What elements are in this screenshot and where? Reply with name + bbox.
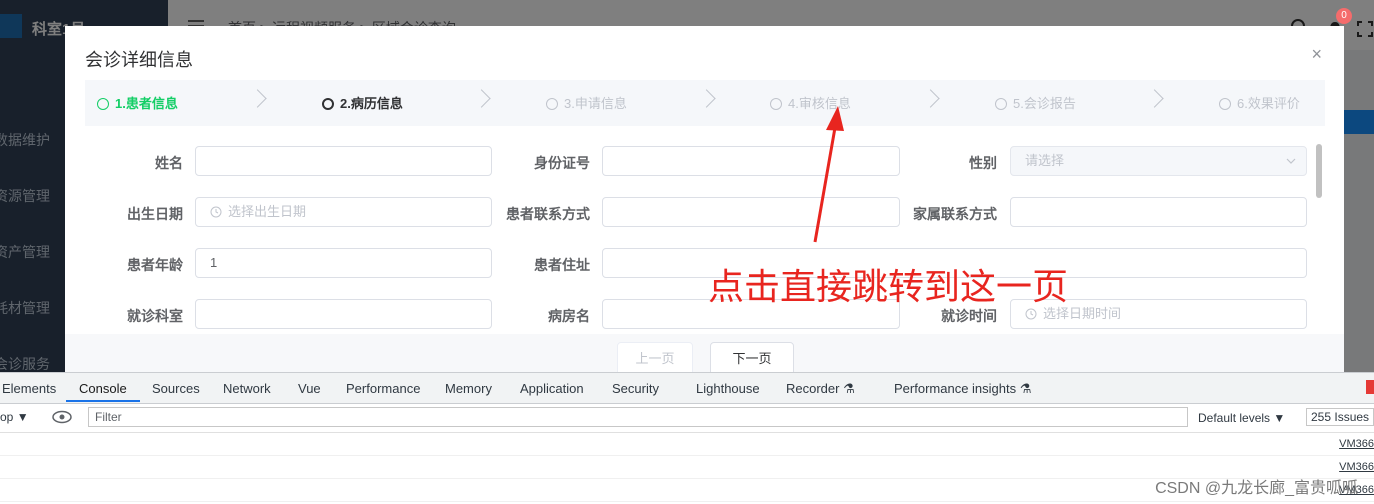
dialog-footer: [65, 334, 1344, 372]
chevron-right-icon: [472, 89, 491, 108]
active-tab-underline: [66, 400, 140, 402]
family-contact-input[interactable]: [1010, 197, 1307, 227]
chevron-right-icon: [697, 89, 716, 108]
console-filter-input[interactable]: Filter: [88, 407, 1188, 427]
tab-performance-insights[interactable]: Performance insights ⚗: [894, 381, 1031, 397]
tab-vue[interactable]: Vue: [298, 381, 321, 396]
step-patient-info[interactable]: 1.患者信息: [97, 93, 178, 112]
gender-select[interactable]: 请选择: [1010, 146, 1307, 176]
dialog-title: 会诊详细信息: [85, 50, 193, 70]
birth-date-picker[interactable]: 选择出生日期: [195, 197, 492, 227]
circle-icon: [770, 98, 782, 110]
clock-icon: [210, 206, 222, 218]
name-label: 姓名: [155, 155, 183, 171]
issues-badge[interactable]: 255 Issues: [1306, 408, 1374, 426]
tab-recorder[interactable]: Recorder ⚗: [786, 381, 855, 397]
flask-icon: ⚗: [1019, 381, 1032, 396]
step-application[interactable]: 3.申请信息: [546, 93, 627, 112]
annotation-arrow-icon: [813, 106, 844, 243]
console-line: VM366: [0, 433, 1374, 456]
console-toolbar: op ▼ Filter Default levels ▼ 255 Issues: [0, 404, 1374, 433]
watermark: CSDN @九龙长廊_富贵呱呱: [1155, 480, 1358, 497]
tab-application[interactable]: Application: [520, 381, 584, 396]
dept-input[interactable]: [195, 299, 492, 329]
circle-icon: [322, 98, 334, 110]
app-background: 科室1号 数据维护 资源管理 资产管理 耗材管理 会诊服务 首页 > 远程视频服…: [0, 0, 1374, 372]
tab-security[interactable]: Security: [612, 381, 659, 396]
tab-performance[interactable]: Performance: [346, 381, 420, 396]
gender-label: 性别: [969, 155, 997, 171]
chevron-right-icon: [1145, 89, 1164, 108]
tab-sources[interactable]: Sources: [152, 381, 200, 396]
dialog-scrollbar[interactable]: [1316, 144, 1322, 198]
circle-icon: [1219, 98, 1231, 110]
patient-contact-label: 患者联系方式: [506, 206, 590, 222]
step-evaluation[interactable]: 6.效果评价: [1219, 93, 1300, 112]
chevron-down-icon: [1286, 158, 1296, 164]
chevron-right-icon: [921, 89, 940, 108]
error-indicator-icon: [1366, 380, 1374, 394]
address-label: 患者住址: [534, 257, 590, 273]
close-icon[interactable]: ×: [1311, 44, 1322, 65]
chevron-right-icon: [248, 89, 267, 108]
consult-detail-dialog: 会诊详细信息 × 1.患者信息 2.病历信息 3.申请信息 4.审核信息 5.会…: [65, 26, 1344, 372]
tab-network[interactable]: Network: [223, 381, 271, 396]
context-selector[interactable]: op ▼: [0, 410, 29, 424]
notification-badge: 0: [1336, 8, 1352, 24]
tab-memory[interactable]: Memory: [445, 381, 492, 396]
family-contact-label: 家属联系方式: [913, 206, 997, 222]
tab-console[interactable]: Console: [79, 381, 127, 396]
devtools-tabs: Elements Console Sources Network Vue Per…: [0, 373, 1374, 404]
step-bar: 1.患者信息 2.病历信息 3.申请信息 4.审核信息 5.会诊报告 6.效果评…: [85, 80, 1325, 126]
name-input[interactable]: [195, 146, 492, 176]
ward-label: 病房名: [548, 308, 590, 324]
eye-icon[interactable]: [52, 410, 72, 424]
default-levels-dropdown[interactable]: Default levels ▼: [1198, 411, 1285, 425]
tab-lighthouse[interactable]: Lighthouse: [696, 381, 760, 396]
check-circle-icon: [97, 98, 109, 110]
tab-elements[interactable]: Elements: [2, 381, 56, 396]
source-link[interactable]: VM366: [1339, 461, 1374, 473]
dept-label: 就诊科室: [127, 308, 183, 324]
next-page-button[interactable]: 下一页: [710, 342, 794, 372]
age-input[interactable]: 1: [195, 248, 492, 278]
birth-label: 出生日期: [127, 206, 183, 222]
prev-page-button[interactable]: 上一页: [617, 342, 693, 372]
step-medical-record[interactable]: 2.病历信息: [322, 93, 403, 112]
circle-icon: [546, 98, 558, 110]
age-label: 患者年龄: [127, 257, 183, 273]
circle-icon: [995, 98, 1007, 110]
idcard-label: 身份证号: [534, 155, 590, 171]
annotation-text: 点击直接跳转到这一页: [708, 266, 1069, 307]
step-report[interactable]: 5.会诊报告: [995, 93, 1076, 112]
flask-icon: ⚗: [843, 381, 855, 396]
source-link[interactable]: VM366: [1339, 438, 1374, 450]
